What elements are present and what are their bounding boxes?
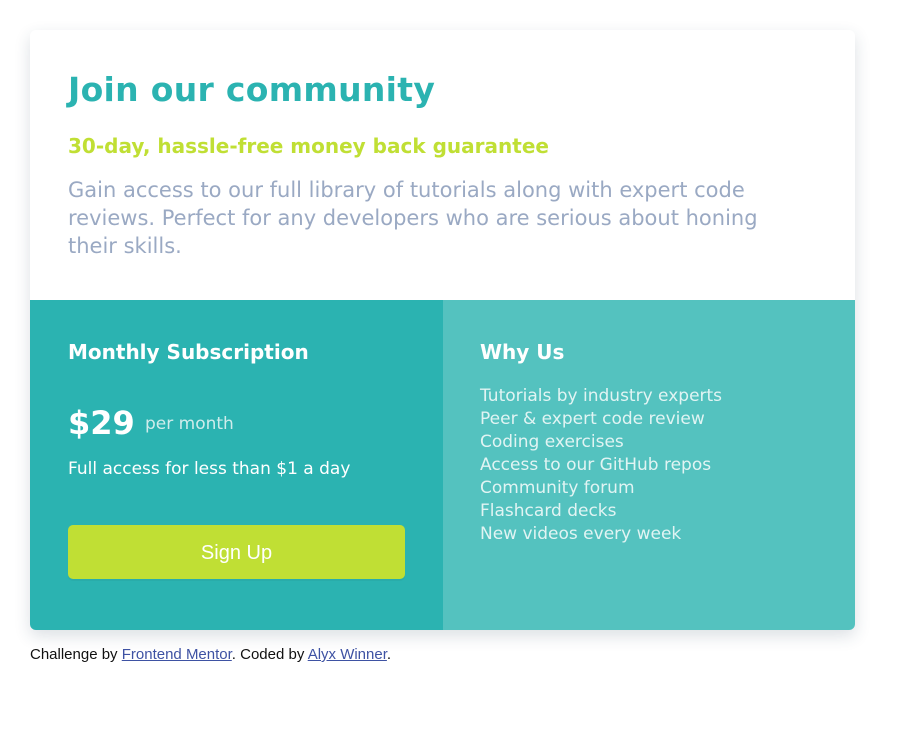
- subscription-price: $29: [68, 404, 135, 442]
- benefit-item: Community forum: [480, 478, 635, 498]
- benefit-item: Coding exercises: [480, 432, 624, 452]
- benefit-item: Access to our GitHub repos: [480, 455, 712, 475]
- community-section: Join our community 30-day, hassle-free m…: [30, 30, 855, 300]
- benefit-item: Flashcard decks: [480, 501, 617, 521]
- sign-up-button[interactable]: Sign Up: [68, 525, 405, 579]
- pricing-card: Join our community 30-day, hassle-free m…: [30, 30, 855, 630]
- attribution-prefix: Challenge by: [30, 646, 122, 663]
- subscription-panel: Monthly Subscription $29 per month Full …: [30, 300, 443, 630]
- benefit-item: Tutorials by industry experts: [480, 386, 723, 406]
- why-us-title: Why Us: [480, 340, 565, 364]
- subscription-title: Monthly Subscription: [68, 340, 309, 364]
- attribution: Challenge by Frontend Mentor. Coded by A…: [30, 645, 391, 665]
- price-note: Full access for less than $1 a day: [68, 459, 351, 479]
- community-description: Gain access to our full library of tutor…: [68, 178, 758, 258]
- frontend-mentor-link[interactable]: Frontend Mentor: [122, 646, 232, 663]
- why-us-panel: Why Us Tutorials by industry experts Pee…: [443, 300, 855, 630]
- benefit-item: Peer & expert code review: [480, 409, 705, 429]
- price-period: per month: [145, 414, 234, 434]
- attribution-middle: . Coded by: [231, 646, 308, 663]
- page-title: Join our community: [68, 70, 436, 109]
- attribution-suffix: .: [386, 646, 392, 663]
- author-link[interactable]: Alyx Winner: [308, 646, 387, 663]
- guarantee-subtitle: 30-day, hassle-free money back guarantee: [68, 134, 549, 158]
- benefits-list: Tutorials by industry experts Peer & exp…: [480, 385, 722, 546]
- benefit-item: New videos every week: [480, 524, 682, 544]
